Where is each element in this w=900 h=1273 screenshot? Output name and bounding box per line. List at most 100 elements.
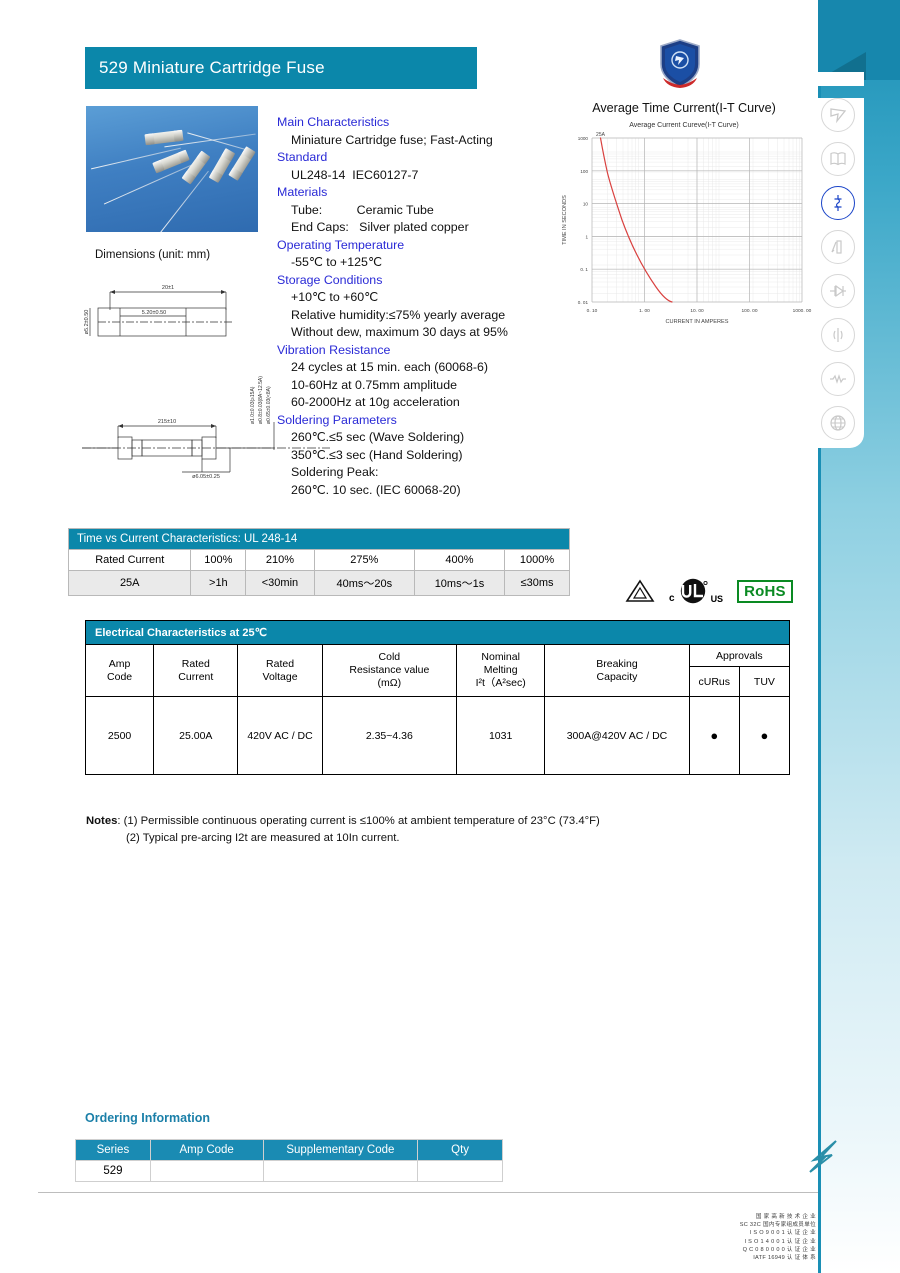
table-row: Rated Current 100% 210% 275% 400% 1000% bbox=[67, 549, 570, 571]
time-current-caption: Time vs Current Characteristics: UL 248-… bbox=[68, 528, 570, 550]
y-tick-1: 1 bbox=[585, 234, 588, 239]
footer-line-5: Q C 0 8 0 0 0 0 认 证 企 业 bbox=[742, 1246, 816, 1253]
ul-listed-mark: c US bbox=[669, 578, 723, 604]
footer-line-6: IATF 16949 认 证 体 系 bbox=[753, 1255, 816, 1262]
th-approvals: Approvals bbox=[688, 644, 791, 667]
catalog-book-icon[interactable] bbox=[821, 142, 855, 176]
th-series: Series bbox=[75, 1139, 151, 1161]
spec-line: End Caps: Silver plated copper bbox=[291, 220, 469, 234]
varistor-icon[interactable] bbox=[821, 362, 855, 396]
th-supplementary-code: Supplementary Code bbox=[262, 1139, 419, 1161]
lead-note-3: ø0.65±0.03(<8A) bbox=[266, 386, 272, 424]
cell-series[interactable]: 529 bbox=[75, 1160, 151, 1182]
dimension-drawing-cartridge: 20±1 5.20±0.50 ø5.2±0.50 bbox=[84, 285, 232, 337]
x-tick-0-10: 0. 10 bbox=[587, 308, 598, 314]
notes-label: Notes bbox=[86, 815, 118, 827]
globe-icon[interactable] bbox=[821, 406, 855, 440]
spec-heading: Standard bbox=[277, 150, 328, 164]
rohs-badge: RoHS bbox=[737, 579, 793, 603]
spec-heading: Storage Conditions bbox=[277, 272, 383, 287]
footer-line-4: I S O 1 4 0 0 1 认 证 企 业 bbox=[744, 1238, 816, 1245]
cell-amp-code[interactable] bbox=[149, 1160, 264, 1182]
ul-us-label: US bbox=[710, 594, 724, 604]
note-line-1: Notes: (1) Permissible continuous operat… bbox=[86, 813, 786, 830]
time-current-table: Time vs Current Characteristics: UL 248-… bbox=[67, 528, 570, 596]
cell-rated-current: 25A bbox=[67, 570, 192, 596]
dimension-drawing-axial: 215±10 ø6.05±0.25 ø1.0±0.03(≥15A) ø0.8±0… bbox=[82, 376, 330, 480]
ordering-title: Ordering Information bbox=[85, 1111, 210, 1125]
inductor-icon[interactable] bbox=[821, 318, 855, 352]
electrical-caption: Electrical Characteristics at 25℃ bbox=[85, 620, 790, 645]
delta-mark-icon bbox=[625, 579, 655, 602]
corner-white-cut bbox=[818, 72, 864, 86]
cell-400: 10ms～1s bbox=[413, 570, 506, 596]
table-header-row: Amp Code Rated Current Rated Voltage Cold Re… bbox=[84, 644, 791, 697]
footer-divider bbox=[38, 1192, 818, 1193]
spec-group: Main Characteristics Miniature Cartridge … bbox=[277, 114, 547, 149]
cell-amp-code: 2500 bbox=[84, 696, 155, 775]
th-tuv: TUV bbox=[738, 666, 791, 697]
spec-line: Miniature Cartridge fuse; Fast-Acting bbox=[291, 132, 493, 147]
electrical-characteristics-table: Electrical Characteristics at 25℃ Amp Cod… bbox=[84, 620, 791, 775]
cell-cold-resistance: 2.35~4.36 bbox=[321, 696, 458, 775]
th-210: 210% bbox=[245, 549, 315, 571]
th-rated-current: Rated Current bbox=[67, 549, 192, 571]
spec-group: Storage Conditions +10℃ to +60℃ Relative h… bbox=[277, 272, 547, 342]
company-shield-logo bbox=[660, 39, 700, 88]
notes-block: Notes: (1) Permissible continuous operat… bbox=[86, 813, 786, 847]
footer-line-3: I S O 9 0 0 1 认 证 企 业 bbox=[749, 1230, 816, 1237]
cell-rated-voltage: 420V AC / DC bbox=[237, 696, 323, 775]
y-tick-100: 100 bbox=[580, 169, 588, 174]
spec-heading: Materials bbox=[277, 185, 328, 199]
cell-tuv: ● bbox=[738, 696, 791, 775]
spec-line: Tube: Ceramic Tube bbox=[291, 202, 434, 217]
footer-line-1: 国 家 高 新 技 术 企 业 bbox=[755, 1214, 816, 1220]
sidebar-icon-rail[interactable] bbox=[812, 98, 864, 448]
product-photo bbox=[86, 106, 258, 232]
dim-body-label: 5.20±0.50 bbox=[142, 310, 166, 316]
cell-supplementary-code[interactable] bbox=[262, 1160, 419, 1182]
cell-1000: ≤30ms bbox=[504, 570, 570, 596]
th-breaking-capacity: Breaking Capacity bbox=[544, 644, 690, 697]
x-tick-1000-00: 1000. 00 bbox=[793, 308, 812, 314]
th-curus: cURus bbox=[688, 666, 740, 697]
fuse-icon[interactable] bbox=[821, 186, 855, 220]
footer-certifications: 国 家 高 新 技 术 企 业 SC 32C 国内专家组成员单位 I S O 9… bbox=[694, 1213, 816, 1262]
th-1000: 1000% bbox=[504, 549, 570, 571]
spec-line: -55℃ to +125℃ bbox=[291, 255, 382, 269]
it-curve-chart: 25A 1000 100 10 1 0. 1 0. 01 0. 10 1. 00… bbox=[562, 132, 812, 325]
spec-group: Materials Tube: Ceramic Tube End Caps: Sil… bbox=[277, 184, 547, 237]
x-tick-100-00: 100. 00 bbox=[741, 308, 757, 314]
table-row: 2500 25.00A 420V AC / DC 2.35~4.36 1031 … bbox=[84, 696, 791, 775]
logo-mark-icon[interactable] bbox=[821, 98, 855, 132]
lightning-bolt-icon bbox=[809, 1140, 837, 1173]
th-275: 275% bbox=[313, 549, 415, 571]
cell-nominal-melting: 1031 bbox=[456, 696, 546, 775]
cell-qty[interactable] bbox=[417, 1160, 503, 1182]
thermistor-icon[interactable] bbox=[821, 230, 855, 264]
y-tick-0-01: 0. 01 bbox=[578, 300, 589, 305]
th-100: 100% bbox=[190, 549, 247, 571]
cell-breaking-capacity: 300A@420V AC / DC bbox=[544, 696, 690, 775]
note-1-text: : (1) Permissible continuous operating c… bbox=[117, 815, 600, 827]
th-amp-code: Amp Code bbox=[149, 1139, 264, 1161]
table-row: 25A >1h <30min 40ms～20s 10ms～1s ≤30ms bbox=[67, 570, 570, 596]
th-rated-voltage: Rated Voltage bbox=[237, 644, 323, 697]
diode-icon[interactable] bbox=[821, 274, 855, 308]
spec-heading: Operating Temperature bbox=[277, 237, 405, 252]
spec-line: UL248-14 IEC60127-7 bbox=[291, 167, 419, 182]
cell-100: >1h bbox=[190, 570, 247, 596]
th-cold-resistance: Cold Resistance value (mΩ) bbox=[321, 644, 458, 697]
chart-title: Average Time Current(I-T Curve) bbox=[592, 101, 776, 115]
th-400: 400% bbox=[413, 549, 506, 571]
page-title: 529 Miniature Cartridge Fuse bbox=[85, 47, 477, 89]
ordering-table: Series Amp Code Supplementary Code Qty 5… bbox=[75, 1139, 503, 1182]
y-tick-0-1: 0. 1 bbox=[580, 267, 588, 272]
lead-note-2: ø0.8±0.03(8A~12.5A) bbox=[258, 376, 264, 424]
ul-logo-icon bbox=[680, 578, 708, 604]
x-axis-label: CURRENT IN AMPERES bbox=[666, 319, 729, 325]
note-2-text: (2) Typical pre-arcing I2t are measured … bbox=[126, 832, 400, 844]
cell-rated-current: 25.00A bbox=[153, 696, 239, 775]
spec-line: +10℃ to +60℃ bbox=[291, 290, 379, 304]
spec-heading: Main Characteristics bbox=[277, 115, 390, 129]
